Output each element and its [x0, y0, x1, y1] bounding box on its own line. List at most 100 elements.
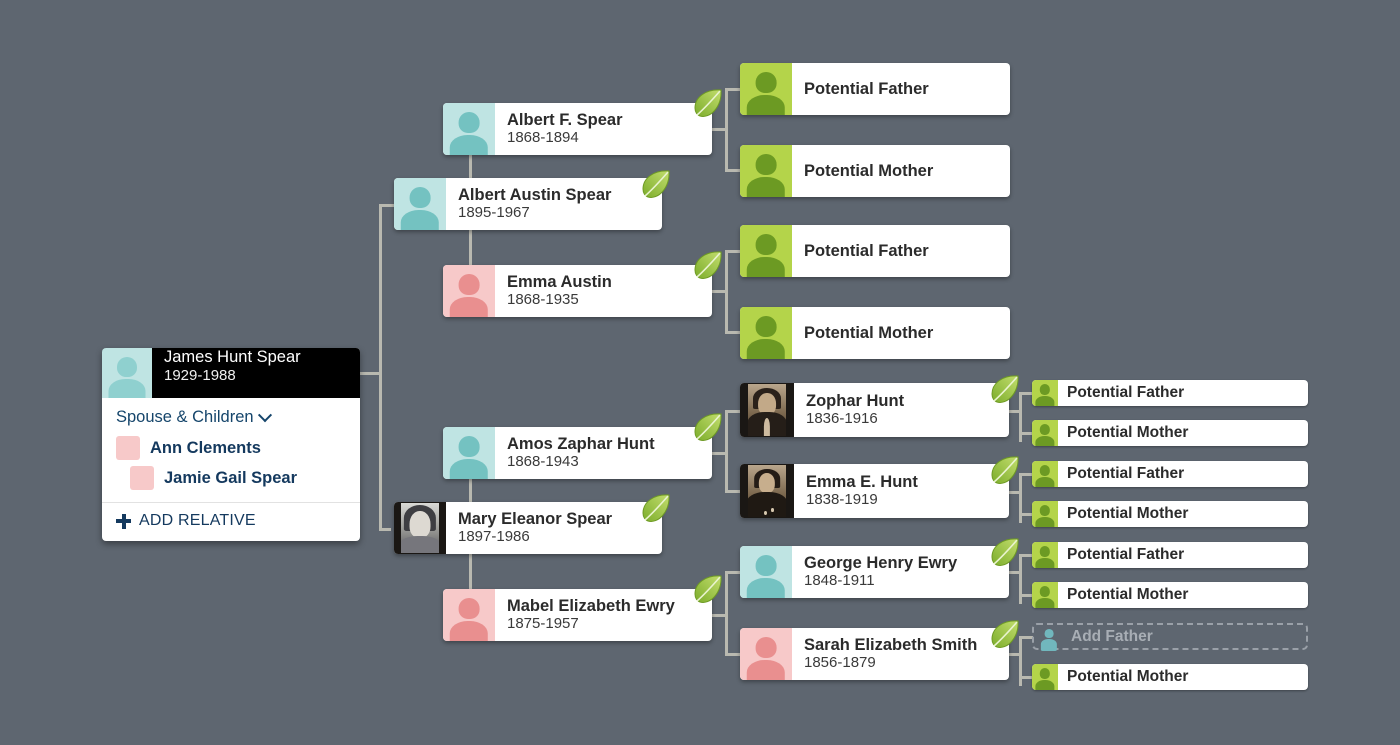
- person-name: Sarah Elizabeth Smith: [804, 635, 978, 654]
- person-years: 1838-1919: [806, 491, 878, 509]
- male-silhouette-icon: [394, 178, 446, 230]
- focus-person-name: James Hunt Spear: [164, 348, 301, 366]
- potential-father-icon: [740, 63, 792, 115]
- connector-emmae-to-pf4: [1019, 473, 1033, 476]
- potential-mother-icon: [1032, 664, 1058, 690]
- potential-parent-card-mother-3[interactable]: Potential Mother: [1032, 420, 1308, 446]
- potential-parent-card-father-2[interactable]: Potential Father: [740, 225, 1010, 277]
- potential-parent-label: Potential Father: [1067, 465, 1185, 483]
- potential-parent-label: Potential Mother: [1067, 424, 1189, 442]
- person-card-emma-e-hunt[interactable]: Emma E. Hunt 1838-1919: [740, 464, 1009, 518]
- potential-parent-label: Potential Mother: [1067, 586, 1189, 604]
- connector-george-to-pf5: [1019, 554, 1033, 557]
- add-relative-label: ADD RELATIVE: [139, 512, 256, 529]
- connector-sarah-to-pm6: [1019, 676, 1033, 679]
- connector-parent-spine: [379, 204, 382, 530]
- add-relative-button[interactable]: ADD RELATIVE: [102, 503, 360, 541]
- potential-parent-card-father-1[interactable]: Potential Father: [740, 63, 1010, 115]
- relative-row-spouse[interactable]: Ann Clements: [102, 433, 360, 463]
- potential-father-icon: [1032, 461, 1058, 487]
- person-years: 1897-1986: [458, 528, 530, 546]
- person-name: Emma E. Hunt: [806, 472, 918, 491]
- focus-person-card[interactable]: James Hunt Spear 1929-1988 Spouse & Chil…: [102, 348, 360, 541]
- connector-zophar-to-pm3: [1019, 432, 1033, 435]
- female-silhouette-icon: [130, 466, 154, 490]
- male-silhouette-icon: [1038, 626, 1060, 648]
- male-silhouette-icon: [443, 427, 495, 479]
- connector-amos-bracket: [725, 410, 728, 492]
- relative-name: Ann Clements: [150, 438, 261, 457]
- potential-mother-icon: [740, 307, 792, 359]
- potential-parent-label: Potential Mother: [1067, 505, 1189, 523]
- potential-parent-card-mother-4[interactable]: Potential Mother: [1032, 501, 1308, 527]
- connector-george-to-pm5: [1019, 594, 1033, 597]
- spouse-children-toggle[interactable]: Spouse & Children: [102, 398, 360, 433]
- person-years: 1875-1957: [507, 615, 579, 633]
- person-name: Amos Zaphar Hunt: [507, 434, 655, 453]
- potential-parent-card-mother-5[interactable]: Potential Mother: [1032, 582, 1308, 608]
- person-card-sarah-elizabeth-smith[interactable]: Sarah Elizabeth Smith 1856-1879: [740, 628, 1009, 680]
- person-years: 1868-1935: [507, 291, 579, 309]
- potential-parent-label: Potential Mother: [1067, 668, 1189, 686]
- person-card-mary-eleanor-spear[interactable]: Mary Eleanor Spear 1897-1986: [394, 502, 662, 554]
- relative-name: Jamie Gail Spear: [164, 468, 297, 487]
- person-years: 1895-1967: [458, 204, 530, 222]
- person-name: Mary Eleanor Spear: [458, 509, 613, 528]
- potential-parent-label: Potential Father: [1067, 384, 1185, 402]
- connector-zophar-to-pf3: [1019, 392, 1033, 395]
- potential-parent-label: Potential Father: [1067, 546, 1185, 564]
- person-years: 1868-1943: [507, 453, 579, 471]
- person-card-mabel-elizabeth-ewry[interactable]: Mabel Elizabeth Ewry 1875-1957: [443, 589, 712, 641]
- female-silhouette-icon: [116, 436, 140, 460]
- potential-father-icon: [1032, 542, 1058, 568]
- person-card-george-henry-ewry[interactable]: George Henry Ewry 1848-1911: [740, 546, 1009, 598]
- portrait-photo: [740, 464, 794, 518]
- person-years: 1836-1916: [806, 410, 878, 428]
- connector-mabel-bracket: [725, 571, 728, 654]
- spouse-children-label: Spouse & Children: [116, 408, 254, 426]
- person-card-emma-austin[interactable]: Emma Austin 1868-1935: [443, 265, 712, 317]
- person-name: Albert Austin Spear: [458, 185, 612, 204]
- female-silhouette-icon: [443, 589, 495, 641]
- chevron-down-icon: [257, 407, 272, 422]
- connector-albertf-bracket: [725, 88, 728, 171]
- connector-sarah-to-addfather: [1019, 636, 1033, 639]
- male-silhouette-icon: [443, 103, 495, 155]
- relative-row-child[interactable]: Jamie Gail Spear: [102, 463, 360, 493]
- potential-mother-icon: [1032, 420, 1058, 446]
- person-name: Emma Austin: [507, 272, 612, 291]
- connector-spine-to-mother: [379, 528, 391, 531]
- potential-parent-card-father-5[interactable]: Potential Father: [1032, 542, 1308, 568]
- focus-person-years: 1929-1988: [164, 367, 236, 384]
- person-name: Mabel Elizabeth Ewry: [507, 596, 675, 615]
- person-name: Zophar Hunt: [806, 391, 905, 410]
- focus-person-header[interactable]: James Hunt Spear 1929-1988: [102, 348, 360, 398]
- potential-parent-card-father-3[interactable]: Potential Father: [1032, 380, 1308, 406]
- potential-parent-card-mother-6[interactable]: Potential Mother: [1032, 664, 1308, 690]
- add-father-label: Add Father: [1071, 627, 1153, 645]
- potential-parent-card-mother-1[interactable]: Potential Mother: [740, 145, 1010, 197]
- portrait-photo: [740, 383, 794, 437]
- connector-emmaaustin-bracket: [725, 250, 728, 333]
- female-silhouette-icon: [740, 628, 792, 680]
- female-silhouette-icon: [443, 265, 495, 317]
- potential-parent-card-father-4[interactable]: Potential Father: [1032, 461, 1308, 487]
- male-silhouette-icon: [102, 348, 152, 398]
- potential-mother-icon: [1032, 582, 1058, 608]
- potential-mother-icon: [1032, 501, 1058, 527]
- person-name: Albert F. Spear: [507, 110, 623, 129]
- family-tree-canvas: Albert F. Spear 1868-1894 Emma Austin 18…: [0, 0, 1400, 745]
- person-card-amos-zaphar-hunt[interactable]: Amos Zaphar Hunt 1868-1943: [443, 427, 712, 479]
- potential-parent-label: Potential Father: [804, 241, 929, 260]
- potential-parent-card-mother-2[interactable]: Potential Mother: [740, 307, 1010, 359]
- potential-parent-label: Potential Mother: [804, 323, 934, 342]
- potential-father-icon: [740, 225, 792, 277]
- person-card-albert-austin-spear[interactable]: Albert Austin Spear 1895-1967: [394, 178, 662, 230]
- person-years: 1856-1879: [804, 654, 876, 672]
- person-name: George Henry Ewry: [804, 553, 958, 572]
- add-father-button[interactable]: Add Father: [1032, 623, 1308, 650]
- person-card-albert-f-spear[interactable]: Albert F. Spear 1868-1894: [443, 103, 712, 155]
- person-card-zophar-hunt[interactable]: Zophar Hunt 1836-1916: [740, 383, 1009, 437]
- potential-parent-label: Potential Mother: [804, 161, 934, 180]
- portrait-photo: [394, 502, 446, 554]
